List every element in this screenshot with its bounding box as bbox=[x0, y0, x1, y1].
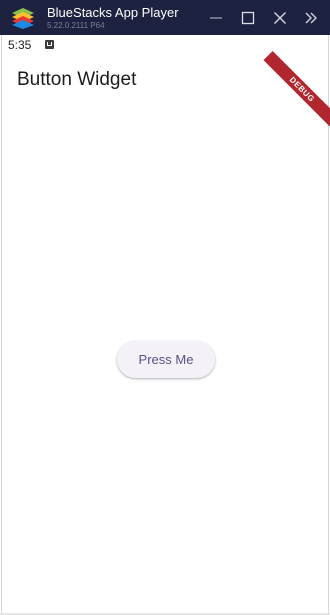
debug-banner: DEBUG bbox=[263, 50, 330, 129]
maximize-button[interactable] bbox=[236, 6, 260, 30]
maximize-icon bbox=[241, 11, 255, 25]
double-chevron-right-icon bbox=[305, 12, 317, 24]
expand-sidebar-button[interactable] bbox=[299, 6, 323, 30]
close-icon bbox=[274, 12, 286, 24]
status-time: 5:35 bbox=[8, 38, 32, 52]
minimize-icon bbox=[210, 17, 222, 19]
notification-a-icon bbox=[45, 40, 54, 49]
android-screen: 5:35 Button Widget Press Me DEBUG bbox=[1, 35, 330, 613]
page-title: Button Widget bbox=[17, 69, 137, 90]
window-title: BlueStacks App Player bbox=[47, 5, 179, 20]
close-button[interactable] bbox=[268, 6, 292, 30]
bluestacks-logo-icon bbox=[10, 6, 36, 30]
window-version: 5.22.0.2111 P64 bbox=[47, 21, 105, 30]
bluestacks-window: BlueStacks App Player 5.22.0.2111 P64 5:… bbox=[0, 0, 330, 615]
press-me-button[interactable]: Press Me bbox=[117, 341, 215, 378]
minimize-button[interactable] bbox=[204, 6, 228, 30]
status-bar: 5:35 bbox=[2, 35, 328, 57]
title-bar: BlueStacks App Player 5.22.0.2111 P64 bbox=[0, 0, 330, 35]
